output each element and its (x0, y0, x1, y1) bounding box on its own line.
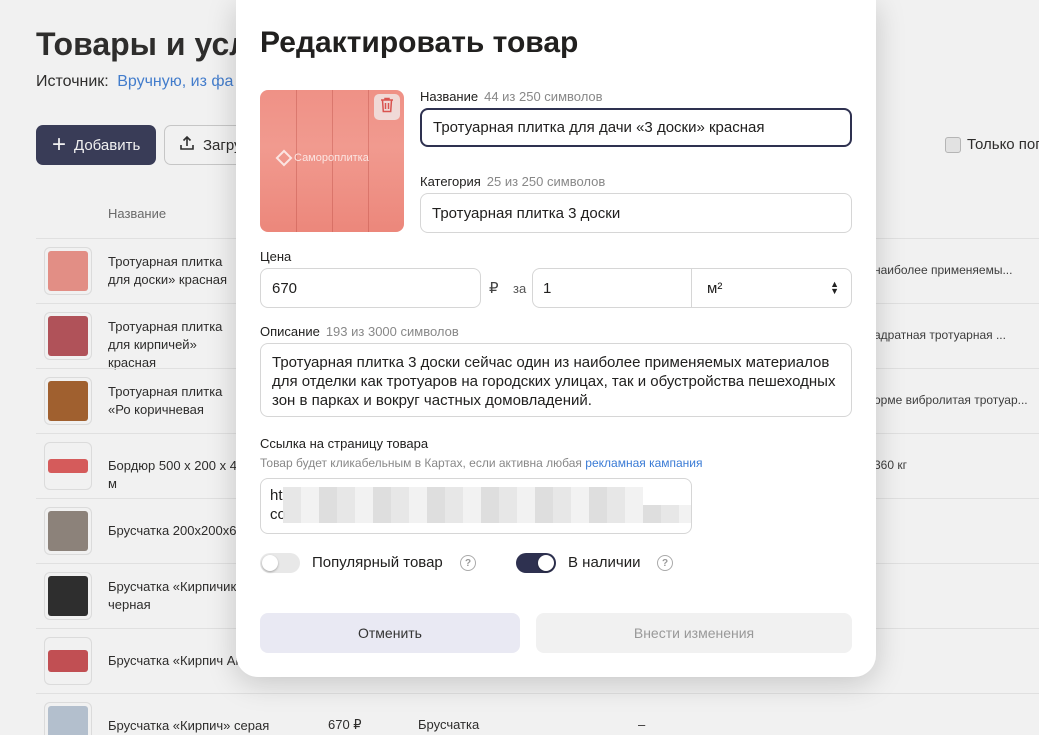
in-stock-toggle[interactable] (516, 553, 556, 573)
quantity-input[interactable]: 1 (533, 269, 692, 307)
brand-watermark: Самороплитка (275, 149, 369, 167)
brand-logo-icon (275, 149, 293, 167)
category-hint: 25 из 250 символов (486, 174, 606, 189)
price-input[interactable]: 670 (260, 268, 481, 308)
in-stock-label: В наличии (568, 554, 641, 571)
link-hint: Товар будет кликабельным в Картах, если … (260, 456, 703, 470)
url-textarea[interactable]: ht co (260, 478, 692, 534)
delete-image-button[interactable] (374, 94, 400, 120)
unit-select[interactable]: м² ▲ ▼ (692, 269, 851, 307)
description-textarea[interactable]: Тротуарная плитка 3 доски сейчас один из… (260, 343, 852, 417)
description-label-text: Описание (260, 324, 320, 339)
popular-help-icon[interactable]: ? (460, 555, 476, 571)
ad-campaign-link[interactable]: рекламная кампания (585, 456, 702, 470)
category-input[interactable]: Тротуарная плитка 3 доски (420, 193, 852, 233)
name-input[interactable]: Тротуарная плитка для дачи «3 доски» кра… (420, 108, 852, 147)
save-changes-button[interactable]: Внести изменения (536, 613, 852, 653)
edit-product-dialog: Редактировать товар Самороплитка Названи… (236, 0, 876, 677)
dialog-title: Редактировать товар (260, 26, 579, 59)
brand-text: Самороплитка (294, 152, 369, 164)
blurred-url (283, 487, 643, 505)
description-label: Описание 193 из 3000 символов (260, 324, 459, 339)
cancel-button[interactable]: Отменить (260, 613, 520, 653)
in-stock-help-icon[interactable]: ? (657, 555, 673, 571)
description-hint: 193 из 3000 символов (325, 324, 459, 339)
link-hint-text: Товар будет кликабельным в Картах, если … (260, 456, 582, 470)
category-label-text: Категория (420, 174, 481, 189)
price-label: Цена (260, 249, 292, 264)
popular-toggle[interactable] (260, 553, 300, 573)
unit-value: м² (707, 279, 723, 297)
currency-label: ₽ (489, 280, 499, 297)
blurred-url (283, 505, 691, 523)
link-label: Ссылка на страницу товара (260, 436, 429, 451)
select-arrows-icon: ▲ ▼ (830, 279, 839, 296)
popular-label: Популярный товар (312, 554, 443, 571)
category-label: Категория 25 из 250 символов (420, 174, 605, 189)
name-label: Название 44 из 250 символов (420, 89, 603, 104)
quantity-unit-group: 1 м² ▲ ▼ (532, 268, 852, 308)
per-label: за (513, 281, 527, 296)
name-label-text: Название (420, 89, 479, 104)
name-hint: 44 из 250 символов (484, 89, 603, 104)
trash-icon (380, 97, 394, 118)
